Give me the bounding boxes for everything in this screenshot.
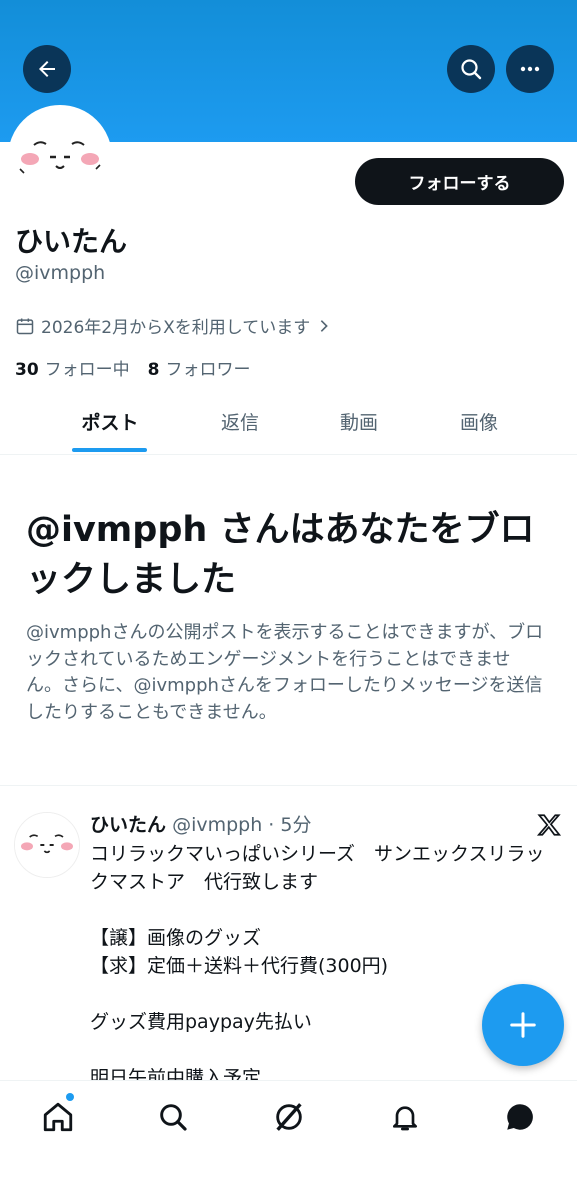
blocked-description: @ivmpphさんの公開ポストを表示することはできますが、ブロックされているため… bbox=[26, 622, 544, 723]
profile-avatar[interactable] bbox=[8, 105, 112, 209]
post-body: コリラックマいっぱいシリーズ サンエックスリラックマストア 代行致します 【譲】… bbox=[90, 843, 545, 1080]
follow-button[interactable]: フォローする bbox=[355, 158, 564, 205]
followers-count: 8 bbox=[147, 360, 160, 380]
bell-icon bbox=[393, 1106, 417, 1131]
x-logo-icon bbox=[536, 814, 562, 836]
active-tab-indicator bbox=[72, 448, 147, 452]
search-button[interactable] bbox=[447, 45, 495, 93]
home-notification-dot bbox=[66, 1093, 74, 1101]
search-icon bbox=[461, 59, 482, 80]
following-link[interactable]: 30 フォロー中 bbox=[15, 355, 130, 380]
grok-icon bbox=[276, 1103, 302, 1131]
compose-button[interactable] bbox=[482, 984, 564, 1066]
tab-videos[interactable]: 動画 bbox=[299, 408, 419, 435]
blocked-title: @ivmpph さんはあなたをブロックしました bbox=[26, 510, 535, 600]
tab-images[interactable]: 画像 bbox=[419, 408, 539, 435]
profile-tabs: ポスト 返信 動画 画像 bbox=[0, 398, 577, 455]
display-name: ひいたん bbox=[15, 225, 128, 258]
nav-chat[interactable] bbox=[500, 1097, 540, 1137]
followers-label: フォロワー bbox=[165, 360, 251, 380]
followers-link[interactable]: 8 フォロワー bbox=[148, 355, 251, 380]
tab-posts[interactable]: ポスト bbox=[50, 408, 170, 435]
plus-icon bbox=[510, 1012, 536, 1038]
back-button[interactable] bbox=[23, 45, 71, 93]
home-icon bbox=[43, 1102, 73, 1132]
arrow-left-icon bbox=[39, 61, 55, 77]
post-avatar[interactable] bbox=[14, 812, 80, 878]
bottom-navigation bbox=[0, 1080, 577, 1201]
more-button[interactable] bbox=[506, 45, 554, 93]
nav-home[interactable] bbox=[38, 1097, 78, 1137]
calendar-icon bbox=[16, 318, 34, 334]
chevron-right-icon bbox=[320, 319, 329, 332]
nav-grok[interactable] bbox=[269, 1097, 309, 1137]
post-author-name[interactable]: ひいたん bbox=[90, 814, 166, 836]
character-face-icon bbox=[12, 109, 108, 205]
following-label: フォロー中 bbox=[44, 360, 130, 380]
chat-icon bbox=[507, 1104, 533, 1130]
nav-notifications[interactable] bbox=[385, 1097, 425, 1137]
post-meta: @ivmpph · 5分 bbox=[172, 814, 312, 836]
follow-counts: 30 フォロー中 8 フォロワー bbox=[15, 355, 251, 380]
post-header: ひいたん @ivmpph · 5分 bbox=[90, 810, 311, 837]
handle: @ivmpph bbox=[15, 262, 106, 284]
following-count: 30 bbox=[15, 360, 39, 380]
character-face-icon bbox=[15, 813, 79, 877]
joined-date-row[interactable]: 2026年2月からXを利用しています bbox=[15, 313, 332, 338]
more-horizontal-icon bbox=[520, 66, 540, 72]
nav-search[interactable] bbox=[153, 1097, 193, 1137]
joined-text: 2026年2月からXを利用しています bbox=[41, 318, 311, 338]
tab-replies[interactable]: 返信 bbox=[180, 408, 300, 435]
search-icon bbox=[160, 1104, 187, 1131]
